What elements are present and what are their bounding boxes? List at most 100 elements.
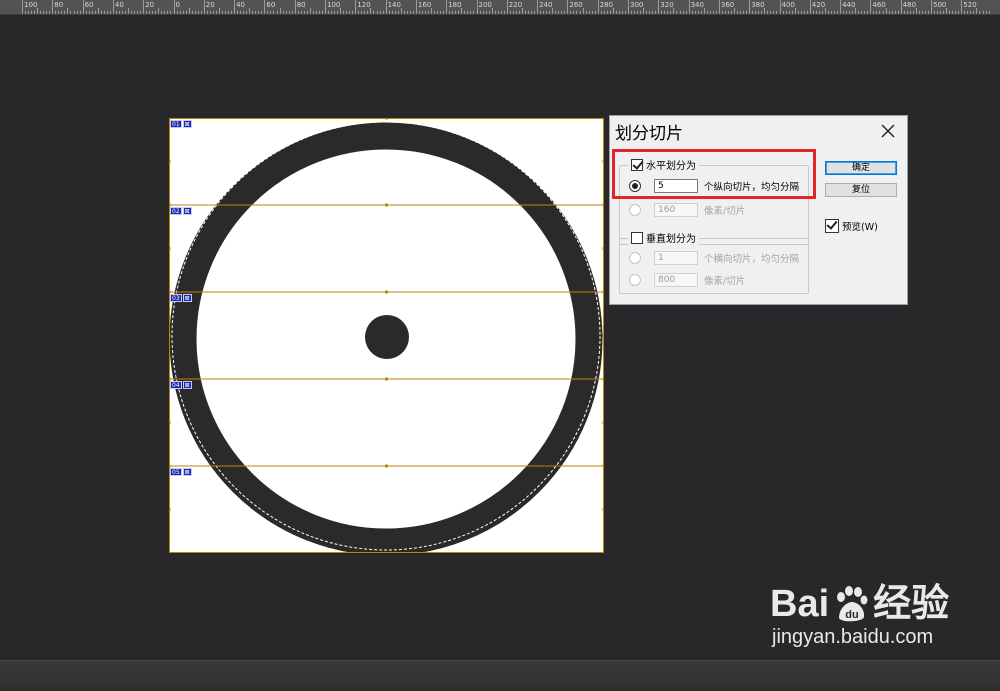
ruler-tick <box>970 11 972 14</box>
ruler-tick <box>300 11 302 14</box>
ruler-tick <box>149 11 151 14</box>
ruler-tick <box>940 11 942 14</box>
slice-handle[interactable] <box>385 118 388 120</box>
ruler-tick <box>331 11 333 14</box>
vertical-divide-label: 垂直划分为 <box>646 234 696 245</box>
ruler-tick <box>373 11 375 14</box>
slice-handle[interactable] <box>602 118 605 120</box>
document-canvas[interactable] <box>169 118 604 556</box>
slice-handle[interactable] <box>169 334 171 337</box>
ruler-tick <box>652 11 654 14</box>
ruler-tick <box>106 11 108 14</box>
ruler-tick <box>773 11 775 14</box>
horizontal-pixels-radio[interactable] <box>629 204 641 216</box>
slice-handle[interactable] <box>169 421 171 424</box>
ruler-tick <box>161 11 163 14</box>
ruler-tick <box>82 0 84 14</box>
ruler-tick <box>827 11 829 14</box>
slice-guides[interactable] <box>169 118 604 553</box>
ruler-tick <box>961 0 963 14</box>
slice-handle[interactable] <box>602 508 605 511</box>
slice-handle[interactable] <box>602 377 605 381</box>
ruler-tick <box>524 11 526 14</box>
slice-handle[interactable] <box>602 421 605 424</box>
slice-handle[interactable] <box>602 290 605 294</box>
ruler-tick <box>391 11 393 14</box>
slice-handle[interactable] <box>385 203 388 207</box>
ruler-tick <box>528 11 529 14</box>
slice-handle[interactable] <box>385 290 388 294</box>
slice-number: 03 <box>170 294 182 302</box>
slice-number-tag[interactable]: 01 ⊠ <box>170 120 192 128</box>
ruler-tick <box>585 11 587 14</box>
ruler-tick <box>176 11 178 14</box>
slice-number-tag[interactable]: 03 ⊠ <box>170 294 192 302</box>
ruler-tick <box>128 8 130 14</box>
ruler-tick <box>885 8 887 14</box>
horizontal-pixels-input[interactable]: 160 <box>654 203 698 217</box>
ruler-tick <box>767 11 769 14</box>
ruler-tick <box>755 11 757 14</box>
ruler-label: 120 <box>357 1 371 9</box>
ruler-tick <box>682 11 684 14</box>
vertical-count-radio[interactable] <box>629 252 641 264</box>
ruler-tick <box>606 11 608 14</box>
slice-border[interactable] <box>169 118 604 553</box>
vertical-count-input[interactable]: 1 <box>654 251 698 265</box>
slice-handle[interactable] <box>602 160 605 163</box>
ruler-tick <box>888 11 890 14</box>
ruler-tick <box>406 11 408 14</box>
close-icon[interactable] <box>877 120 899 142</box>
ok-button[interactable]: 确定 <box>825 161 897 175</box>
ruler-tick <box>752 11 754 14</box>
slice-handle[interactable] <box>602 203 605 207</box>
ruler-tick <box>921 11 923 14</box>
ruler-tick <box>715 11 717 14</box>
preview-checkbox[interactable] <box>825 219 839 233</box>
slice-number-tag[interactable]: 05 ⊠ <box>170 468 192 476</box>
ruler-tick <box>891 11 893 14</box>
ruler-tick <box>800 11 802 14</box>
ruler-tick <box>491 8 493 14</box>
ruler-tick <box>958 11 960 14</box>
ruler-tick <box>76 11 78 14</box>
slice-handle[interactable] <box>169 160 171 163</box>
ruler-tick <box>409 11 411 14</box>
slice-handle[interactable] <box>602 247 605 250</box>
ruler-tick <box>437 11 439 14</box>
vertical-pixels-radio[interactable] <box>629 274 641 286</box>
ruler-tick <box>231 11 233 14</box>
ruler-tick <box>540 11 542 14</box>
ruler-tick <box>876 11 878 14</box>
ruler-tick <box>282 11 284 14</box>
slice-handle[interactable] <box>169 247 171 250</box>
ruler-tick <box>34 11 36 14</box>
vertical-pixels-input[interactable]: 800 <box>654 273 698 287</box>
ruler-tick <box>834 11 836 14</box>
ruler-tick <box>824 8 826 14</box>
ruler-tick <box>40 11 42 14</box>
slice-badge-icon: ⊠ <box>182 381 192 389</box>
ruler-tick <box>343 11 345 14</box>
ruler-tick <box>412 11 414 14</box>
ruler-label: 160 <box>417 1 432 9</box>
ruler-tick <box>624 11 626 14</box>
slice-handle[interactable] <box>385 464 388 468</box>
slice-handle[interactable] <box>602 334 605 337</box>
ruler-tick <box>785 11 787 14</box>
ruler-label: 260 <box>569 1 583 9</box>
reset-button[interactable]: 复位 <box>825 183 897 197</box>
vertical-divide-checkbox[interactable] <box>631 231 643 244</box>
ruler-tick <box>603 11 605 14</box>
slice-handle[interactable] <box>602 464 605 468</box>
slice-handle[interactable] <box>169 508 171 511</box>
ruler-tick <box>318 11 320 14</box>
ruler-tick <box>512 11 514 14</box>
ruler-tick <box>215 11 217 14</box>
slice-number-tag[interactable]: 04 ⊠ <box>170 381 192 389</box>
slice-handle[interactable] <box>385 377 388 381</box>
ruler-label: 40 <box>236 1 246 9</box>
ruler-tick <box>552 8 554 14</box>
slice-number-tag[interactable]: 02 ⊠ <box>170 207 192 215</box>
ruler-tick <box>706 11 708 14</box>
